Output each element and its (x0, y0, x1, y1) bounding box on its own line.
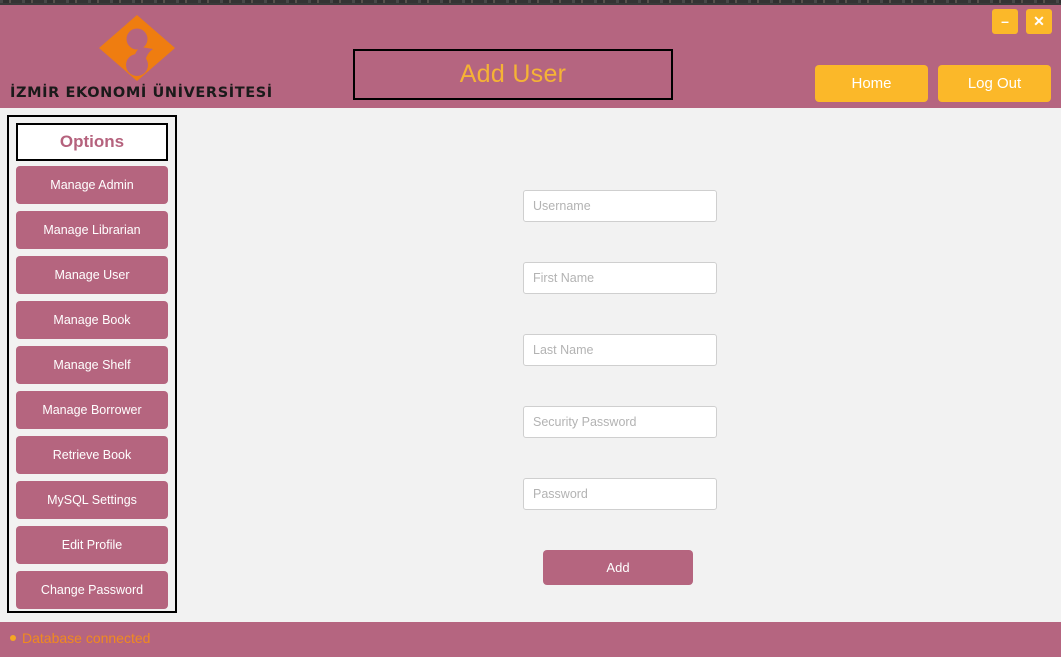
sidebar-item-manage-librarian[interactable]: Manage Librarian (16, 211, 168, 249)
page-title: Add User (459, 60, 567, 88)
app-header: İZMİR EKONOMİ ÜNİVERSİTESİ Add User Home… (0, 5, 1061, 108)
izmir-ekonomi-universitesi-logo-icon (99, 15, 175, 81)
database-status: Database connected (10, 630, 150, 646)
home-button[interactable]: Home (815, 65, 928, 102)
sidebar-panel: Options Manage Admin Manage Librarian Ma… (7, 115, 177, 613)
sidebar-item-manage-shelf[interactable]: Manage Shelf (16, 346, 168, 384)
university-name: İZMİR EKONOMİ ÜNİVERSİTESİ (10, 85, 273, 101)
logout-button[interactable]: Log Out (938, 65, 1051, 102)
sidebar-item-manage-borrower[interactable]: Manage Borrower (16, 391, 168, 429)
sidebar-item-retrieve-book[interactable]: Retrieve Book (16, 436, 168, 474)
sidebar-item-mysql-settings[interactable]: MySQL Settings (16, 481, 168, 519)
branding-block: İZMİR EKONOMİ ÜNİVERSİTESİ (0, 5, 280, 108)
sidebar-item-edit-profile[interactable]: Edit Profile (16, 526, 168, 564)
first-name-input[interactable] (523, 262, 717, 294)
security-password-input[interactable] (523, 406, 717, 438)
page-title-box: Add User (353, 49, 673, 100)
database-status-label: Database connected (22, 630, 151, 646)
sidebar-item-manage-book[interactable]: Manage Book (16, 301, 168, 339)
sidebar-item-manage-admin[interactable]: Manage Admin (16, 166, 168, 204)
status-bar: Database connected White (0, 622, 1061, 657)
sidebar-title: Options (16, 123, 168, 161)
add-user-form: Add (190, 115, 1061, 613)
application-window: İZMİR EKONOMİ ÜNİVERSİTESİ Add User Home… (0, 0, 1061, 657)
sidebar-item-manage-user[interactable]: Manage User (16, 256, 168, 294)
close-icon[interactable]: ✕ (1026, 9, 1052, 34)
titlebar-noise (0, 0, 1061, 3)
add-button[interactable]: Add (543, 550, 693, 585)
minimize-icon[interactable]: – (992, 9, 1018, 34)
last-name-input[interactable] (523, 334, 717, 366)
sidebar-item-change-password[interactable]: Change Password (16, 571, 168, 609)
status-dot-icon (10, 635, 16, 642)
password-input[interactable] (523, 478, 717, 510)
username-input[interactable] (523, 190, 717, 222)
